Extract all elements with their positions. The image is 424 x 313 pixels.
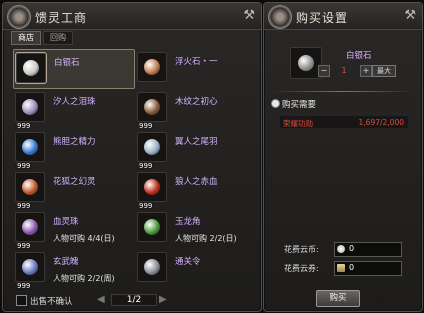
item-name: 浮火石・一 — [175, 57, 218, 67]
selected-item: 白银石 — [284, 45, 402, 83]
shop-panel: 馈灵工商 ⚒ 商店 回购 白银石 浮火石・一 999 汐人之泪珠 999 木纹之初心 999 熊… — [2, 2, 262, 312]
coin-icon — [337, 245, 345, 253]
red-blood-icon — [137, 172, 167, 202]
item-name: 熊胆之精力 — [53, 137, 96, 147]
shop-title: 馈灵工商 — [35, 11, 88, 25]
teardrop-icon — [15, 92, 45, 122]
page-prev-button[interactable]: ◀ — [97, 294, 105, 305]
buy-button[interactable]: 购买 — [316, 290, 360, 307]
shop-item[interactable]: 浮火石・一 — [135, 49, 255, 87]
shop-item[interactable]: 白银石 — [13, 49, 135, 89]
item-name: 白银石 — [54, 58, 80, 68]
sell-no-confirm-label: 出售不确认 — [30, 297, 73, 307]
cost-ticket-label: 花费云券: — [284, 264, 319, 273]
settings-titlebar: 购买设置 ⚒ — [264, 3, 422, 30]
item-name: 汐人之泪珠 — [53, 97, 96, 107]
item-name: 花狐之幻灵 — [53, 177, 96, 187]
item-quantity: 999 — [17, 282, 31, 290]
shop-item[interactable]: 999 熊胆之精力 — [13, 129, 133, 170]
page-next-button[interactable]: ▶ — [159, 294, 167, 305]
fox-spirit-icon — [15, 172, 45, 202]
item-name: 通关令 — [175, 257, 201, 267]
cost-ticket-box: 0 — [334, 261, 402, 276]
shop-footer: 出售不确认 ◀ 1/2 ▶ — [13, 293, 253, 307]
feather-icon — [137, 132, 167, 162]
page-indicator: 1/2 — [111, 294, 157, 306]
cost-coin-row: 花费云币: 0 — [284, 242, 402, 257]
cost-ticket-row: 花费云券: 0 — [284, 261, 402, 276]
wood-grain-icon — [137, 92, 167, 122]
shop-tabs: 商店 回购 — [11, 31, 75, 45]
cost-coin-value: 0 — [349, 244, 355, 253]
crossed-tools-icon[interactable]: ⚒ — [243, 8, 255, 23]
item-name: 玉龙角 — [175, 217, 201, 227]
requirement-radio — [271, 99, 280, 108]
selected-item-name: 白银石 — [346, 51, 372, 61]
quantity-input[interactable]: 1 — [330, 66, 358, 75]
item-name: 狼人之赤血 — [175, 177, 218, 187]
requirement-header: 购买需要 — [282, 100, 317, 110]
item-limit: 人物可购 4/4(日) — [53, 234, 115, 243]
jade-horn-icon — [137, 212, 167, 242]
shop-item[interactable]: 999 汐人之泪珠 — [13, 89, 133, 130]
gear-logo-icon — [7, 5, 31, 29]
tab-buyback[interactable]: 回购 — [43, 31, 73, 45]
tab-shop[interactable]: 商店 — [11, 31, 41, 45]
requirement-label: 荣耀功勋 — [283, 119, 313, 128]
purchase-settings-panel: 购买设置 ⚒ 白银石 − 1 + 最大 购买需要 荣耀功勋 1,697/2,00… — [263, 2, 423, 312]
max-button[interactable]: 最大 — [372, 65, 396, 77]
ticket-icon — [337, 264, 345, 272]
shop-item[interactable]: 999 花狐之幻灵 — [13, 169, 133, 210]
purple-pearl-icon — [15, 212, 45, 242]
blue-orb-icon — [15, 132, 45, 162]
pass-token-icon — [137, 252, 167, 282]
xuanwu-soul-icon — [15, 252, 45, 282]
cost-ticket-value: 0 — [349, 263, 355, 272]
gear-logo-icon — [268, 5, 292, 29]
item-name: 木纹之初心 — [175, 97, 218, 107]
shop-item[interactable]: 999 翼人之尾羽 — [135, 129, 255, 170]
cost-coin-box: 0 — [334, 242, 402, 257]
requirement-value: 1,697/2,000 — [358, 118, 404, 127]
item-limit: 人物可购 2/2(日) — [175, 234, 237, 243]
shop-titlebar: 馈灵工商 ⚒ — [3, 3, 261, 30]
shop-item[interactable]: 通关令 — [135, 249, 255, 287]
item-name: 玄武魄 — [53, 257, 79, 267]
shop-item[interactable]: 玉龙角人物可购 2/2(日) — [135, 209, 255, 247]
settings-title: 购买设置 — [296, 11, 349, 25]
divider — [272, 91, 414, 92]
shop-item[interactable]: 999 血灵珠 人物可购 4/4(日) — [13, 209, 133, 250]
item-name: 翼人之尾羽 — [175, 137, 218, 147]
qty-plus-button[interactable]: + — [360, 65, 372, 77]
item-limit: 人物可购 2/2(周) — [53, 274, 115, 283]
silver-stone-icon — [15, 52, 47, 84]
shop-item[interactable]: 999 玄武魄人物可购 2/2(周) — [13, 249, 133, 290]
fire-stone-icon — [137, 52, 167, 82]
crossed-tools-icon[interactable]: ⚒ — [404, 8, 416, 23]
shop-item[interactable]: 999 狼人之赤血 — [135, 169, 255, 210]
item-name: 血灵珠 — [53, 217, 79, 227]
sell-no-confirm-checkbox[interactable] — [16, 295, 27, 306]
shop-item[interactable]: 999 木纹之初心 — [135, 89, 255, 130]
requirement-row: 荣耀功勋 1,697/2,000 — [280, 116, 408, 128]
qty-minus-button[interactable]: − — [318, 65, 330, 77]
cost-coin-label: 花费云币: — [284, 245, 319, 254]
